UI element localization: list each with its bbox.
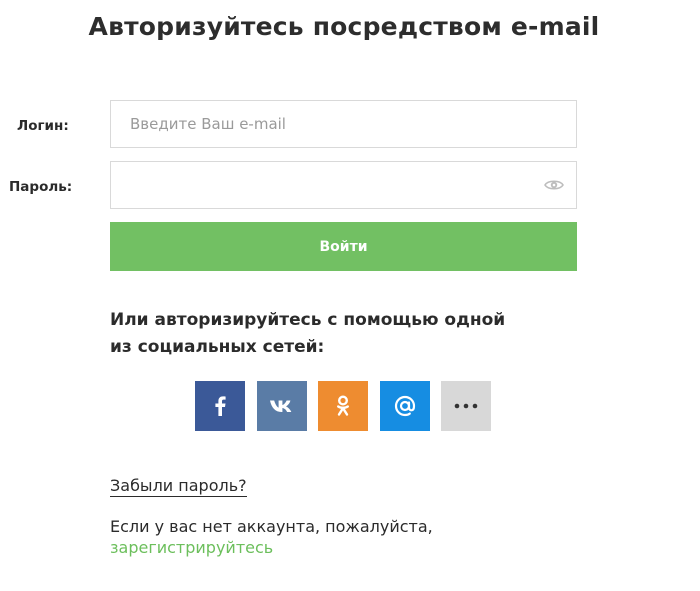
facebook-login-button[interactable] (195, 381, 245, 431)
login-label: Логин: (17, 118, 69, 134)
social-login-heading: Или авторизируйтесь с помощью одной из с… (110, 307, 580, 361)
register-link[interactable]: зарегистрируйтесь (110, 538, 273, 557)
odnoklassniki-login-button[interactable] (318, 381, 368, 431)
odnoklassniki-icon (337, 395, 349, 416)
mail-ru-login-button[interactable] (380, 381, 430, 431)
login-field-wrapper (110, 100, 577, 148)
more-social-button[interactable] (441, 381, 491, 431)
page-title: Авторизуйтесь посредством e-mail (88, 12, 600, 41)
more-dots-icon (454, 403, 478, 409)
forgot-password-link[interactable]: Забыли пароль? (110, 476, 247, 497)
password-input[interactable] (111, 162, 576, 208)
mail-at-icon (394, 395, 416, 417)
social-heading-line-1: Или авторизируйтесь с помощью одной (110, 310, 506, 330)
facebook-icon (215, 396, 226, 416)
password-field-wrapper (110, 161, 577, 209)
social-heading-line-2: из социальных сетей: (110, 337, 325, 357)
password-label: Пароль: (9, 179, 73, 195)
vk-icon (270, 400, 292, 412)
show-password-eye-icon[interactable] (544, 177, 564, 193)
login-input[interactable] (111, 101, 576, 147)
no-account-text: Если у вас нет аккаунта, пожалуйста, (110, 517, 433, 536)
login-submit-button[interactable]: Войти (110, 222, 577, 271)
vk-login-button[interactable] (257, 381, 307, 431)
